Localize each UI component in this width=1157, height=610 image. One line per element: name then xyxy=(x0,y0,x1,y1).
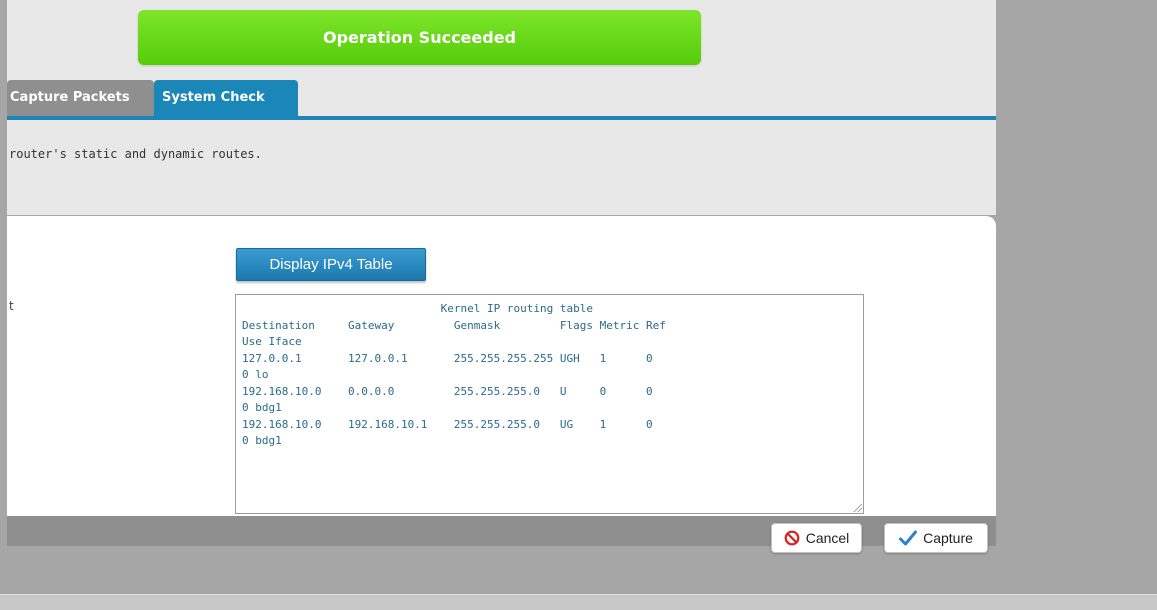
page-description: router's static and dynamic routes. xyxy=(9,147,262,161)
routing-table-output[interactable]: Kernel IP routing table Destination Gate… xyxy=(235,294,864,514)
field-label: t xyxy=(9,299,14,313)
capture-label: Capture xyxy=(923,530,973,546)
content-card: t Display IPv4 Table Kernel IP routing t… xyxy=(7,216,996,516)
no-entry-icon xyxy=(784,530,800,546)
tab-system-check[interactable]: System Check xyxy=(154,80,298,116)
display-ipv4-table-button[interactable]: Display IPv4 Table xyxy=(236,248,426,281)
bottom-strip xyxy=(0,594,1157,610)
checkmark-icon xyxy=(899,530,918,546)
cancel-button[interactable]: Cancel xyxy=(771,523,862,553)
routing-table-text: Kernel IP routing table Destination Gate… xyxy=(242,302,666,447)
resize-handle-icon[interactable] xyxy=(852,502,862,512)
tab-underline xyxy=(7,116,996,120)
success-notification: Operation Succeeded xyxy=(138,10,701,65)
main-panel: Operation Succeeded Capture Packets Syst… xyxy=(7,0,996,215)
tab-capture-packets[interactable]: Capture Packets xyxy=(7,80,154,116)
cancel-label: Cancel xyxy=(805,530,850,546)
capture-button[interactable]: Capture xyxy=(884,523,988,553)
